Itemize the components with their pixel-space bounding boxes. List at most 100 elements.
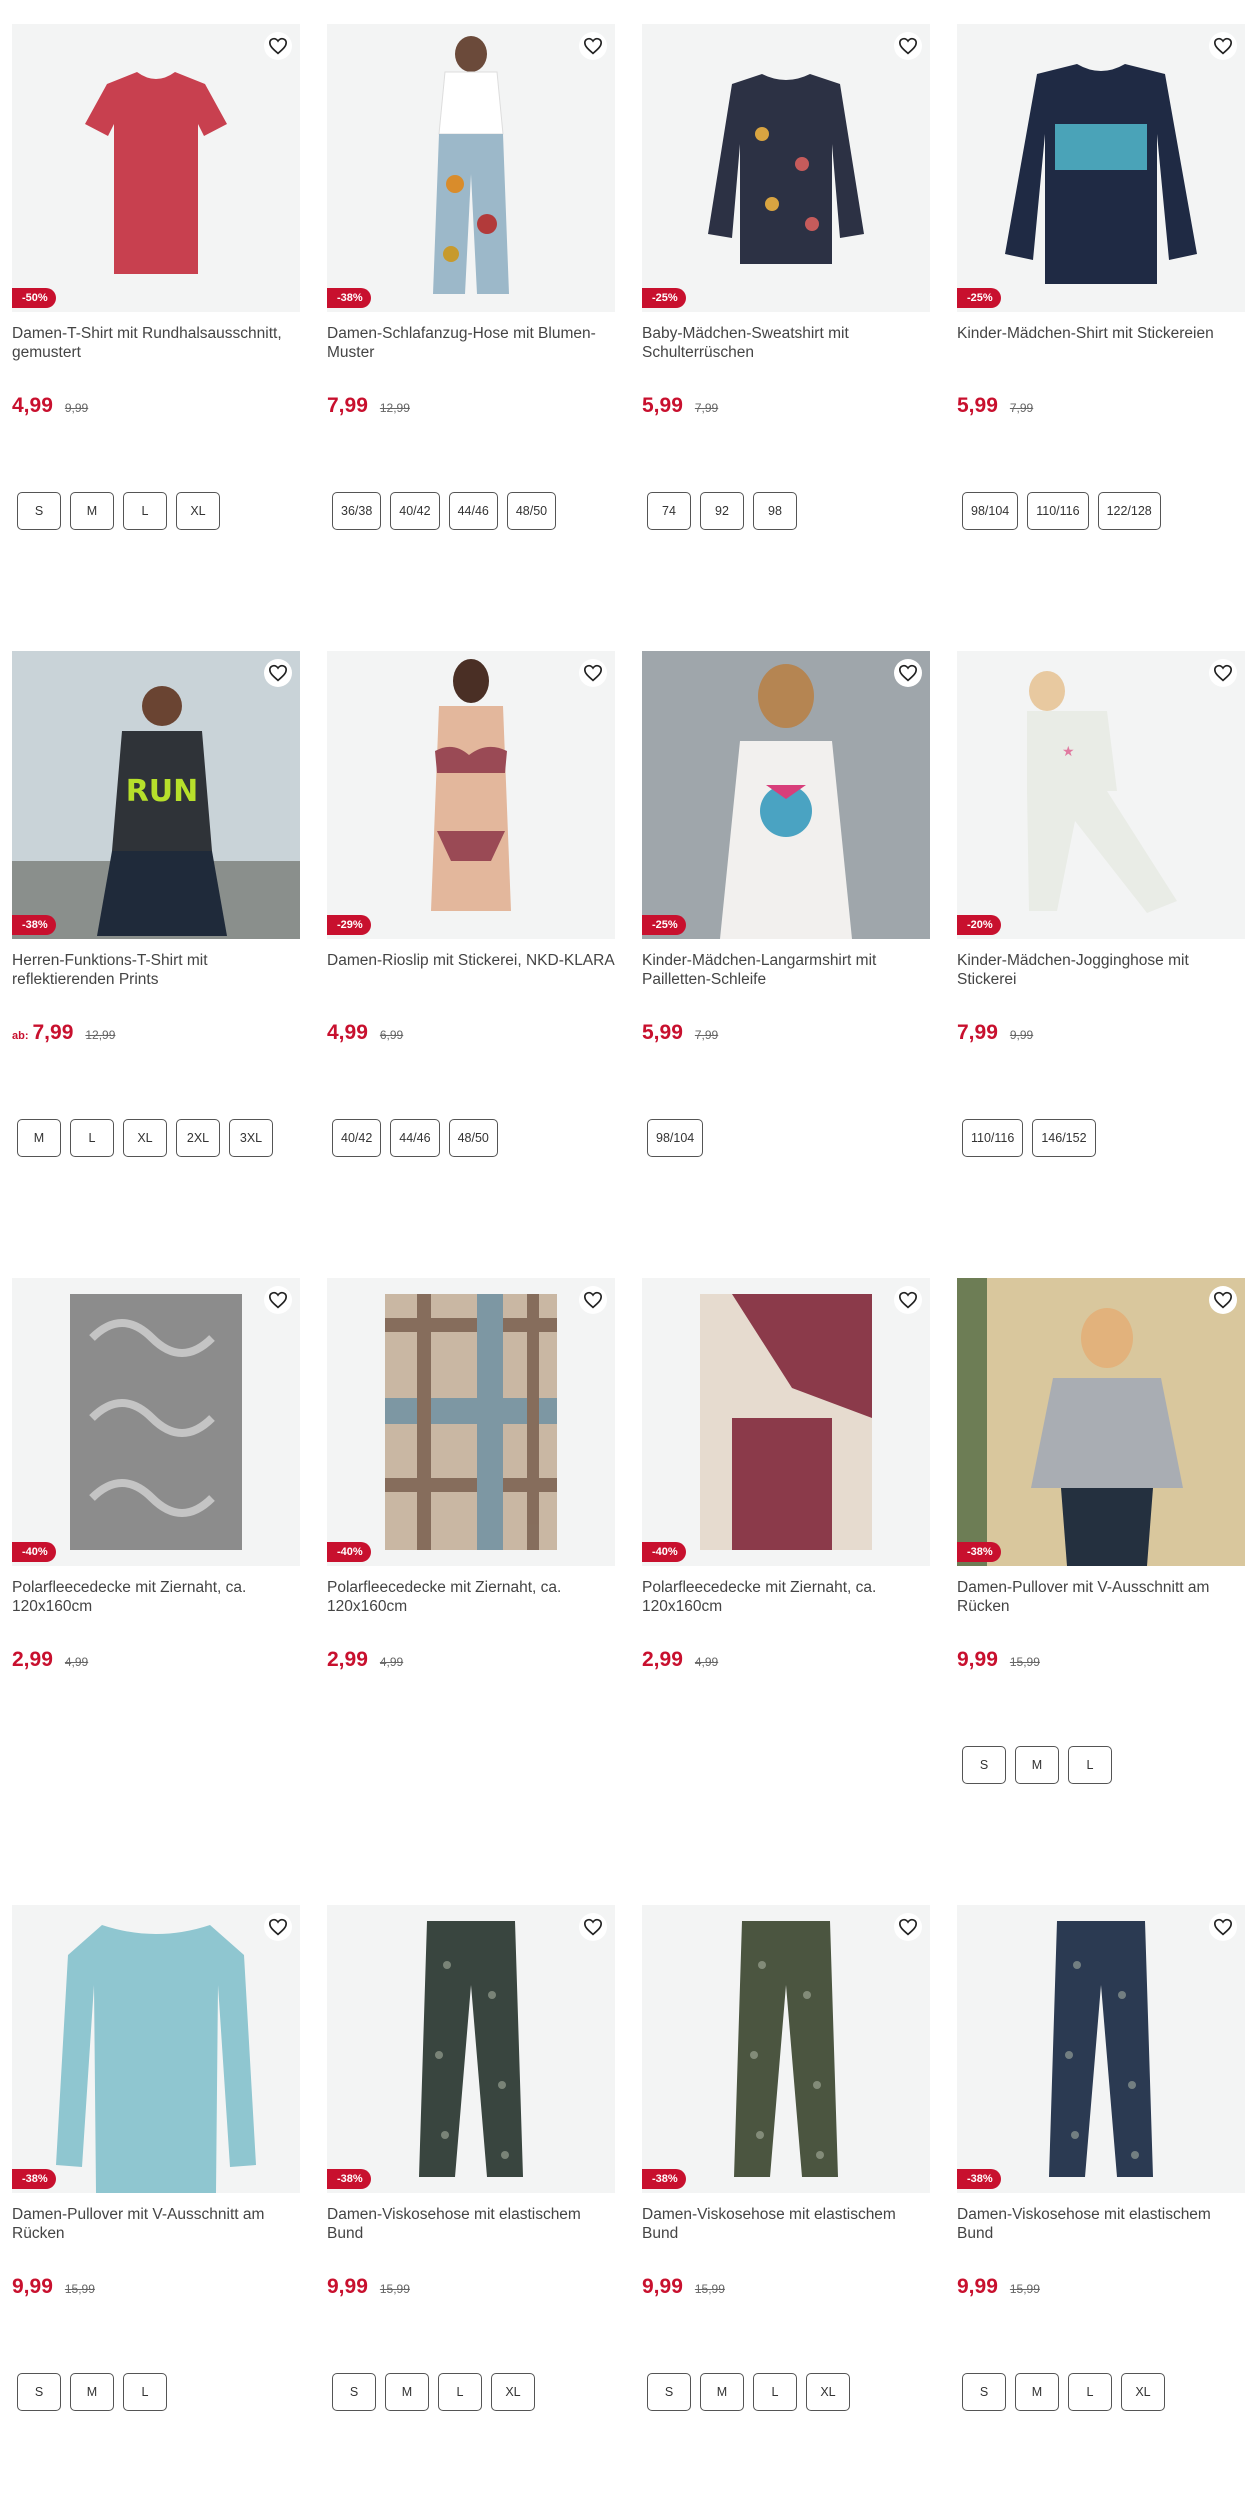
product-card[interactable]: -40% Polarfleecedecke mit Ziernaht, ca. …: [642, 1278, 930, 1858]
size-option[interactable]: 36/38: [332, 492, 382, 530]
product-card[interactable]: -38% Damen-Viskosehose mit elastischem B…: [642, 1905, 930, 2485]
size-option[interactable]: XL: [806, 2373, 850, 2411]
product-name[interactable]: Kinder-Mädchen-Jogginghose mit Stickerei: [957, 951, 1245, 989]
size-option[interactable]: 2XL: [176, 1119, 220, 1157]
product-name[interactable]: Baby-Mädchen-Sweatshirt mit Schulterrüsc…: [642, 324, 930, 362]
product-card[interactable]: -38% Damen-Viskosehose mit elastischem B…: [957, 1905, 1245, 2485]
size-option[interactable]: L: [123, 2373, 167, 2411]
product-image[interactable]: ★ -20%: [957, 651, 1245, 939]
size-option[interactable]: L: [1068, 2373, 1112, 2411]
size-option[interactable]: 110/116: [1027, 492, 1089, 530]
size-option[interactable]: XL: [123, 1119, 167, 1157]
wishlist-button[interactable]: [894, 1913, 922, 1941]
wishlist-button[interactable]: [1209, 32, 1237, 60]
size-option[interactable]: M: [1015, 2373, 1059, 2411]
product-card[interactable]: -38% Damen-Schlafanzug-Hose mit Blumen-M…: [327, 24, 615, 604]
product-card[interactable]: -50% Damen-T-Shirt mit Rundhalsausschnit…: [12, 24, 300, 604]
size-option[interactable]: 44/46: [448, 492, 498, 530]
wishlist-button[interactable]: [1209, 659, 1237, 687]
product-name[interactable]: Damen-T-Shirt mit Rundhalsausschnitt, ge…: [12, 324, 300, 362]
product-image[interactable]: -38%: [957, 1905, 1245, 2193]
product-image[interactable]: -40%: [642, 1278, 930, 1566]
size-option[interactable]: 3XL: [229, 1119, 273, 1157]
product-card[interactable]: -38% Damen-Viskosehose mit elastischem B…: [327, 1905, 615, 2485]
product-name[interactable]: Damen-Viskosehose mit elastischem Bund: [327, 2205, 615, 2243]
product-card[interactable]: RUN -38% Herren-Funktions-T-Shirt mit re…: [12, 651, 300, 1231]
product-image[interactable]: -29%: [327, 651, 615, 939]
size-option[interactable]: M: [1015, 1746, 1059, 1784]
product-name[interactable]: Damen-Viskosehose mit elastischem Bund: [642, 2205, 930, 2243]
product-name[interactable]: Polarfleecedecke mit Ziernaht, ca. 120x1…: [642, 1578, 930, 1616]
size-option[interactable]: 74: [647, 492, 691, 530]
product-image[interactable]: -38%: [642, 1905, 930, 2193]
size-option[interactable]: L: [123, 492, 167, 530]
product-card[interactable]: -40% Polarfleecedecke mit Ziernaht, ca. …: [327, 1278, 615, 1858]
product-name[interactable]: Damen-Viskosehose mit elastischem Bund: [957, 2205, 1245, 2243]
size-option[interactable]: 146/152: [1032, 1119, 1096, 1157]
size-option[interactable]: L: [1068, 1746, 1112, 1784]
size-option[interactable]: 40/42: [332, 1119, 382, 1157]
size-option[interactable]: XL: [1121, 2373, 1165, 2411]
wishlist-button[interactable]: [579, 659, 607, 687]
product-name[interactable]: Polarfleecedecke mit Ziernaht, ca. 120x1…: [12, 1578, 300, 1616]
wishlist-button[interactable]: [264, 659, 292, 687]
product-name[interactable]: Damen-Schlafanzug-Hose mit Blumen-Muster: [327, 324, 615, 362]
size-option[interactable]: 44/46: [390, 1119, 440, 1157]
product-image[interactable]: -38%: [327, 1905, 615, 2193]
product-image[interactable]: -25%: [957, 24, 1245, 312]
wishlist-button[interactable]: [579, 32, 607, 60]
size-option[interactable]: S: [962, 2373, 1006, 2411]
wishlist-button[interactable]: [894, 659, 922, 687]
wishlist-button[interactable]: [264, 1286, 292, 1314]
product-name[interactable]: Kinder-Mädchen-Langarmshirt mit Paillett…: [642, 951, 930, 989]
product-name[interactable]: Damen-Pullover mit V-Ausschnitt am Rücke…: [957, 1578, 1245, 1616]
product-card[interactable]: -38% Damen-Pullover mit V-Ausschnitt am …: [957, 1278, 1245, 1858]
product-image[interactable]: -38%: [327, 24, 615, 312]
product-name[interactable]: Damen-Rioslip mit Stickerei, NKD-KLARA: [327, 951, 615, 970]
wishlist-button[interactable]: [264, 32, 292, 60]
wishlist-button[interactable]: [579, 1286, 607, 1314]
product-card[interactable]: ★ -20% Kinder-Mädchen-Jogginghose mit St…: [957, 651, 1245, 1231]
size-option[interactable]: 98/104: [647, 1119, 704, 1157]
size-option[interactable]: M: [17, 1119, 61, 1157]
size-option[interactable]: 48/50: [448, 1119, 498, 1157]
size-option[interactable]: S: [17, 2373, 61, 2411]
wishlist-button[interactable]: [894, 1286, 922, 1314]
size-option[interactable]: XL: [176, 492, 220, 530]
product-image[interactable]: -25%: [642, 24, 930, 312]
size-option[interactable]: 98: [753, 492, 797, 530]
product-card[interactable]: -29% Damen-Rioslip mit Stickerei, NKD-KL…: [327, 651, 615, 1231]
product-card[interactable]: -25% Kinder-Mädchen-Langarmshirt mit Pai…: [642, 651, 930, 1231]
product-card[interactable]: -25% Kinder-Mädchen-Shirt mit Stickereie…: [957, 24, 1245, 604]
product-name[interactable]: Herren-Funktions-T-Shirt mit reflektiere…: [12, 951, 300, 989]
size-option[interactable]: XL: [491, 2373, 535, 2411]
product-image[interactable]: -38%: [957, 1278, 1245, 1566]
product-image[interactable]: -50%: [12, 24, 300, 312]
size-option[interactable]: L: [70, 1119, 114, 1157]
size-option[interactable]: S: [962, 1746, 1006, 1784]
size-option[interactable]: L: [438, 2373, 482, 2411]
size-option[interactable]: 92: [700, 492, 744, 530]
product-image[interactable]: -40%: [12, 1278, 300, 1566]
product-card[interactable]: -40% Polarfleecedecke mit Ziernaht, ca. …: [12, 1278, 300, 1858]
product-name[interactable]: Polarfleecedecke mit Ziernaht, ca. 120x1…: [327, 1578, 615, 1616]
wishlist-button[interactable]: [579, 1913, 607, 1941]
wishlist-button[interactable]: [1209, 1913, 1237, 1941]
product-name[interactable]: Kinder-Mädchen-Shirt mit Stickereien: [957, 324, 1245, 343]
size-option[interactable]: 48/50: [506, 492, 557, 530]
size-option[interactable]: 40/42: [390, 492, 440, 530]
size-option[interactable]: M: [700, 2373, 744, 2411]
size-option[interactable]: L: [753, 2373, 797, 2411]
wishlist-button[interactable]: [894, 32, 922, 60]
size-option[interactable]: 98/104: [962, 492, 1019, 530]
product-image[interactable]: -40%: [327, 1278, 615, 1566]
wishlist-button[interactable]: [1209, 1286, 1237, 1314]
size-option[interactable]: S: [17, 492, 61, 530]
size-option[interactable]: M: [70, 492, 114, 530]
size-option[interactable]: 110/116: [962, 1119, 1024, 1157]
product-image[interactable]: -25%: [642, 651, 930, 939]
product-card[interactable]: -25% Baby-Mädchen-Sweatshirt mit Schulte…: [642, 24, 930, 604]
product-name[interactable]: Damen-Pullover mit V-Ausschnitt am Rücke…: [12, 2205, 300, 2243]
size-option[interactable]: S: [647, 2373, 691, 2411]
product-card[interactable]: -38% Damen-Pullover mit V-Ausschnitt am …: [12, 1905, 300, 2485]
